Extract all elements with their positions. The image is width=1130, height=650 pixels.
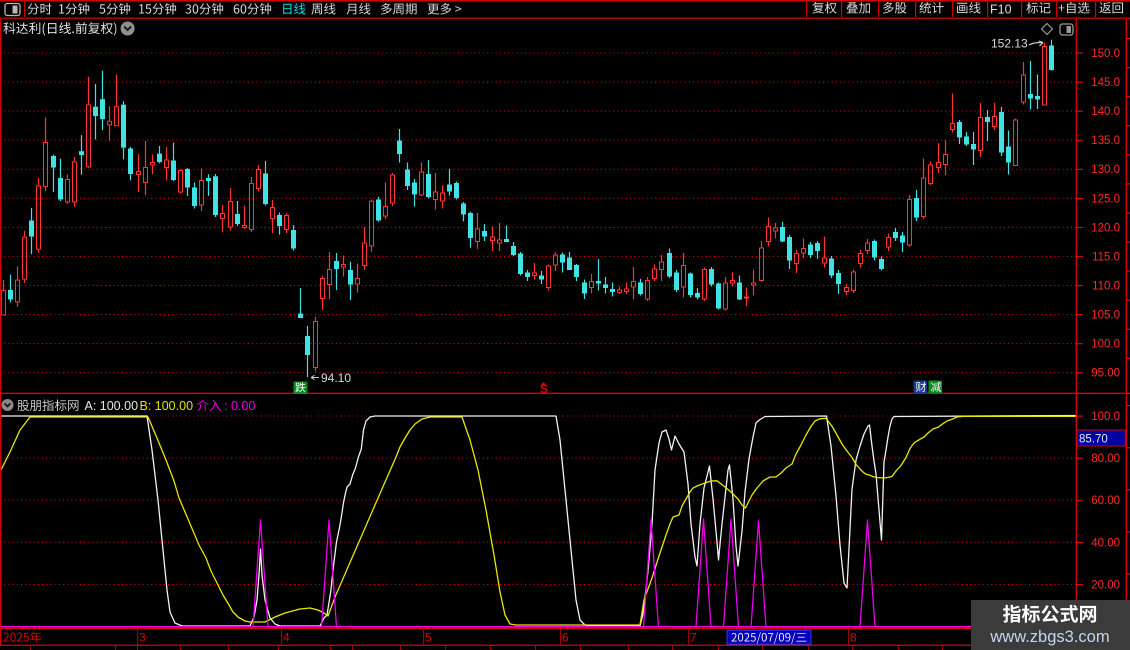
svg-text:105.0: 105.0 <box>1091 310 1120 322</box>
svg-text:B: 100.00: B: 100.00 <box>140 399 194 413</box>
svg-text:135.0: 135.0 <box>1091 135 1120 147</box>
svg-text:5: 5 <box>425 631 432 645</box>
svg-text:125.0: 125.0 <box>1091 193 1120 205</box>
svg-text:95.00: 95.00 <box>1091 368 1120 380</box>
svg-text:100.0: 100.0 <box>1091 411 1120 423</box>
svg-text:94.10: 94.10 <box>321 371 351 385</box>
svg-text:6: 6 <box>562 631 569 645</box>
svg-text:40.00: 40.00 <box>1091 537 1120 549</box>
svg-text:: 0.00: : 0.00 <box>224 399 255 413</box>
svg-text:140.0: 140.0 <box>1091 106 1120 118</box>
svg-text:115.0: 115.0 <box>1092 251 1120 263</box>
svg-text:85.70: 85.70 <box>1079 434 1108 446</box>
svg-text:3: 3 <box>139 631 146 645</box>
svg-text:4: 4 <box>283 631 290 645</box>
svg-text:152.13: 152.13 <box>991 37 1028 51</box>
svg-text:8: 8 <box>850 631 857 645</box>
svg-text:130.0: 130.0 <box>1091 164 1120 176</box>
svg-text:60.00: 60.00 <box>1091 495 1120 507</box>
svg-text:80.00: 80.00 <box>1091 453 1120 465</box>
svg-text:F10: F10 <box>990 3 1012 17</box>
svg-text:www.zbgs3.com: www.zbgs3.com <box>989 628 1109 646</box>
svg-text:100.0: 100.0 <box>1091 339 1120 351</box>
svg-text:20.00: 20.00 <box>1091 579 1120 591</box>
svg-text:120.0: 120.0 <box>1091 222 1120 234</box>
svg-text:A: 100.00: A: 100.00 <box>85 399 139 413</box>
svg-text:7: 7 <box>690 631 697 645</box>
svg-text:145.0: 145.0 <box>1091 77 1120 89</box>
svg-text:110.0: 110.0 <box>1092 281 1120 293</box>
svg-text:150.0: 150.0 <box>1091 48 1120 60</box>
